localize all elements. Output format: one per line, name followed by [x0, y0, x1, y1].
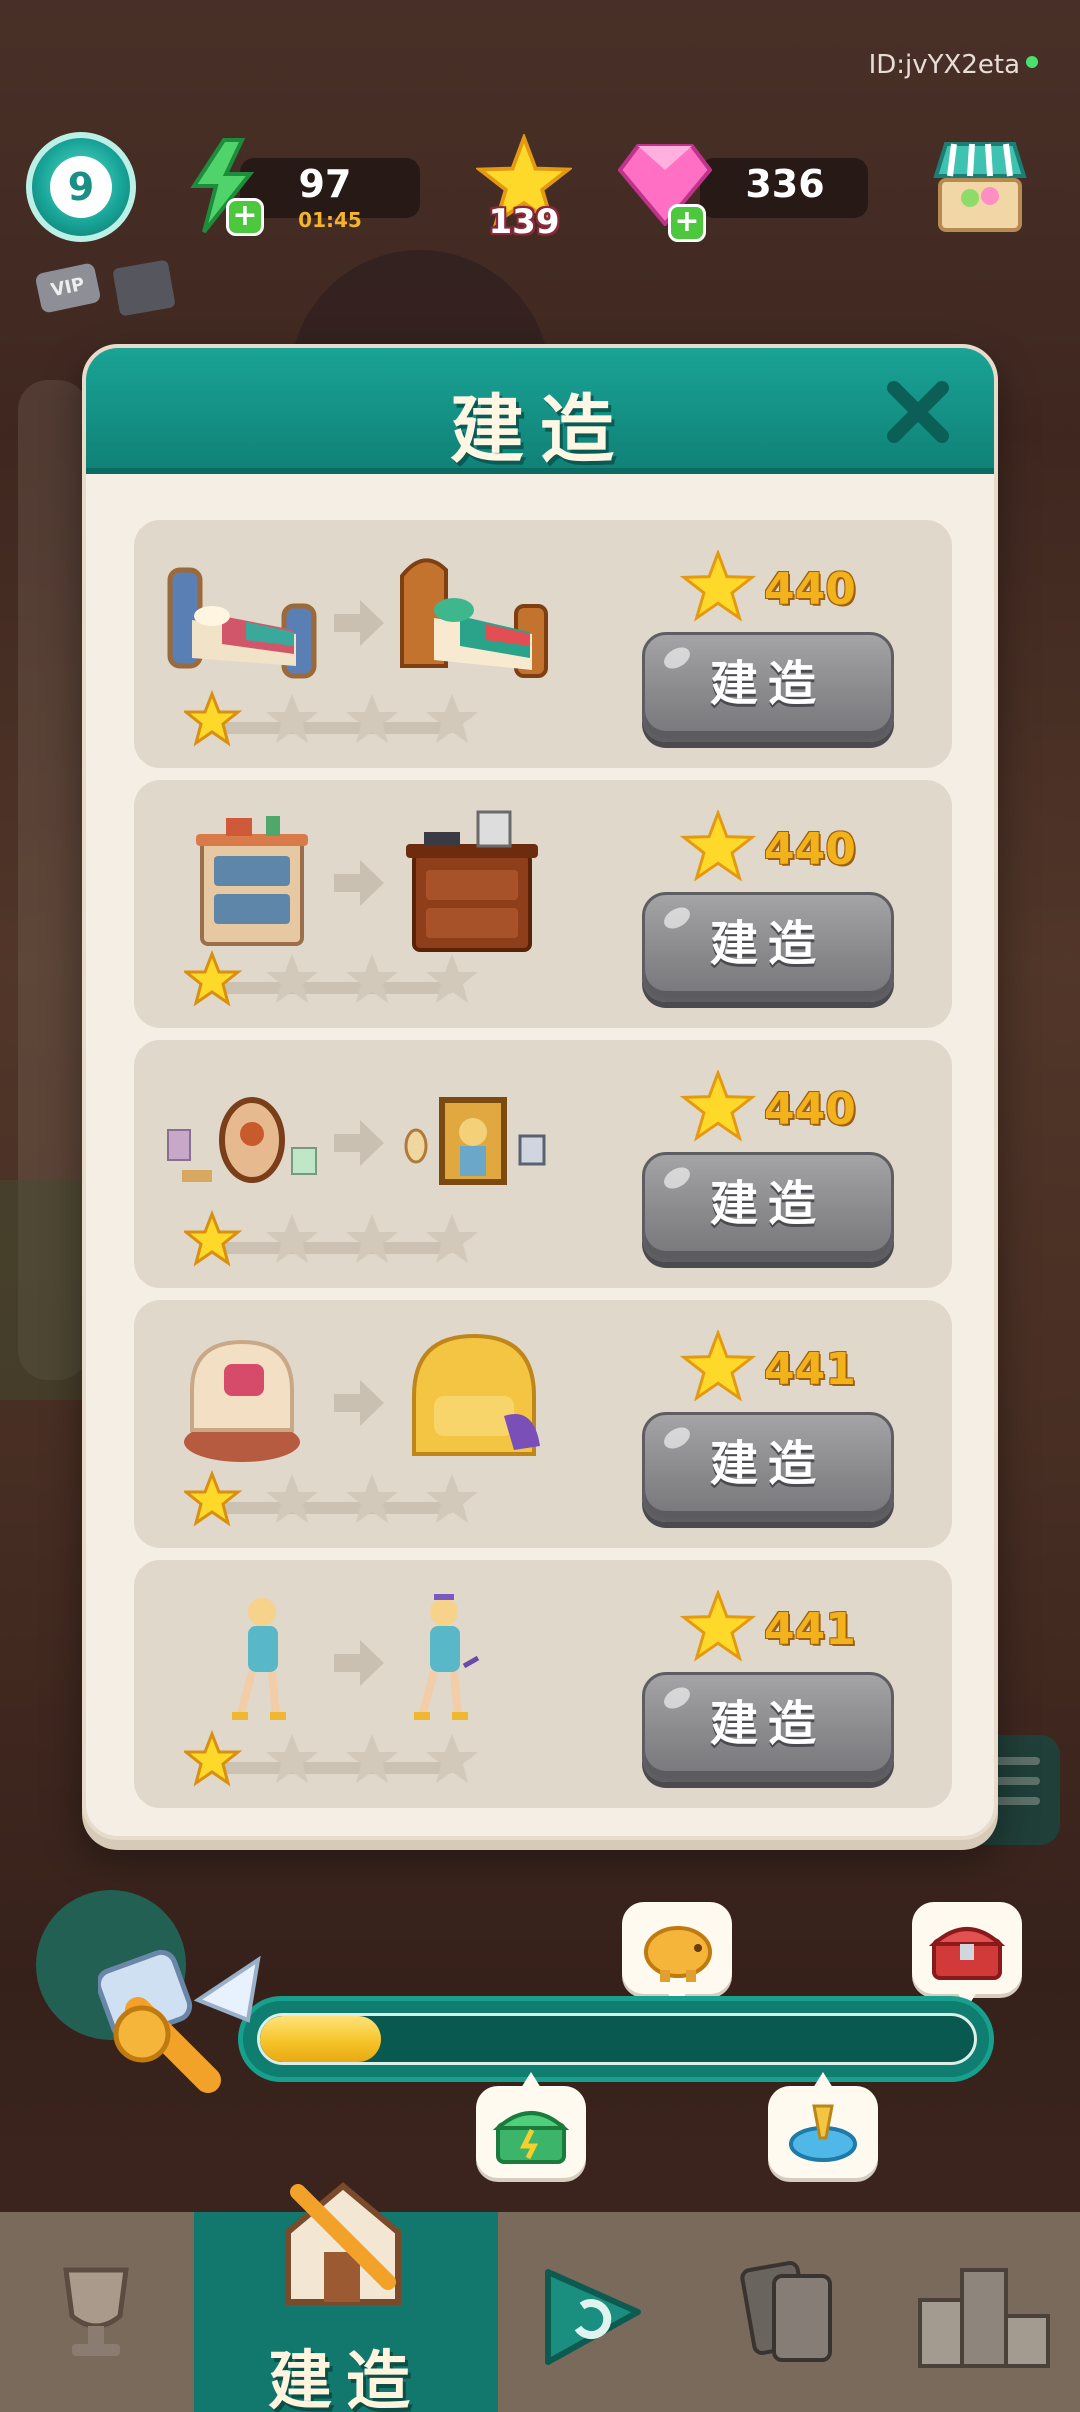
wall-decor-new-icon [404, 1097, 546, 1185]
build-progress-bar [238, 1996, 994, 2082]
nav-refresh[interactable] [498, 2212, 688, 2412]
booster-reward[interactable] [768, 2072, 878, 2178]
nightstand-new-icon [406, 810, 538, 952]
nav-build-label: 建造 [268, 2345, 424, 2412]
item-stars-progress [184, 1470, 478, 1527]
star-filled-icon [184, 690, 243, 747]
video-icon[interactable] [112, 259, 176, 317]
arrow-right-icon [334, 1120, 384, 1166]
online-status-dot [1026, 56, 1038, 68]
treasure-chest-icon [928, 1927, 1006, 1980]
green-chest-icon [492, 2111, 570, 2164]
build-item-character: 441 建造 [134, 1560, 952, 1808]
cost-star-icon [679, 1330, 757, 1402]
bed-old-icon [167, 567, 317, 679]
star-count: 139 [488, 202, 560, 242]
close-icon[interactable] [884, 378, 952, 446]
nav-trophy[interactable] [0, 2212, 194, 2412]
build-button[interactable]: 建造 [642, 632, 894, 742]
build-item-nightstand: 440 建造 [134, 780, 952, 1028]
cost-star-icon [679, 550, 757, 622]
build-house-icon [285, 2182, 401, 2305]
arrow-right-icon [334, 1640, 384, 1686]
nav-build[interactable]: 建造 [194, 2182, 498, 2412]
cost-star-icon [679, 1070, 757, 1142]
star-empty-icon [346, 694, 398, 743]
cost-star-icon [679, 1590, 757, 1662]
cards-icon [740, 2261, 832, 2362]
piggy-bank-icon [644, 1926, 712, 1982]
star-empty-icon [426, 694, 478, 743]
piggy-bank-reward[interactable] [622, 1902, 732, 2008]
bed-new-icon [400, 558, 548, 678]
build-dialog: 建造 440 建造 440 建造 440 建造 441 建造 441 建造 [82, 344, 998, 1840]
build-cost: 440 [764, 564, 856, 615]
refresh-icon [545, 2269, 641, 2365]
build-button[interactable]: 建造 [642, 1152, 894, 1262]
arrow-right-icon [334, 860, 384, 906]
add-energy-button[interactable]: + [226, 198, 264, 236]
armchair-old-icon [184, 1339, 300, 1462]
item-stars-progress [184, 1730, 478, 1787]
nav-cards[interactable] [688, 2212, 884, 2412]
arrow-right-icon [334, 600, 384, 646]
nav-leaderboard[interactable] [884, 2212, 1080, 2412]
cost-star-icon [679, 810, 757, 882]
build-item-wall-decor: 440 建造 [134, 1040, 952, 1288]
level-number: 9 [50, 156, 112, 218]
item-stars-progress [184, 1210, 478, 1267]
item-stars-progress [184, 690, 478, 747]
shop-icon[interactable] [930, 136, 1030, 236]
nightstand-old-icon [196, 816, 308, 946]
add-gems-button[interactable]: + [668, 204, 706, 242]
booster-icon [789, 2104, 857, 2162]
level-badge[interactable]: 9 [26, 132, 136, 242]
energy-timer: 01:45 [298, 208, 362, 232]
dialog-header: 建造 [86, 348, 994, 474]
build-button[interactable]: 建造 [642, 1672, 894, 1782]
build-cost: 441 [764, 1344, 856, 1395]
build-button[interactable]: 建造 [642, 892, 894, 1002]
build-item-armchair: 441 建造 [134, 1300, 952, 1548]
wall-decor-old-icon [167, 1097, 317, 1183]
character-new-icon [414, 1594, 480, 1720]
podium-icon [918, 2268, 1050, 2368]
progress-fill [260, 2016, 382, 2062]
armchair-new-icon [412, 1333, 540, 1456]
gem-value: 336 [745, 162, 825, 206]
red-chest-reward[interactable] [912, 1902, 1022, 2008]
build-item-bed: 440 建造 [134, 520, 952, 768]
hammer-icon [98, 1949, 261, 2093]
user-id: ID:jvYX2eta [868, 50, 1020, 80]
build-cost: 440 [764, 1084, 856, 1135]
build-button[interactable]: 建造 [642, 1412, 894, 1522]
dialog-title: 建造 [450, 387, 630, 473]
build-cost: 441 [764, 1604, 856, 1655]
arrow-right-icon [334, 1380, 384, 1426]
build-cost: 440 [764, 824, 856, 875]
trophy-icon [63, 2267, 129, 2356]
green-chest-reward[interactable] [476, 2072, 586, 2178]
bottom-navigation: 建造 [0, 2182, 1080, 2412]
character-old-icon [232, 1598, 286, 1720]
item-stars-progress [184, 950, 478, 1007]
energy-value: 97 [298, 162, 352, 206]
star-empty-icon [266, 694, 318, 743]
